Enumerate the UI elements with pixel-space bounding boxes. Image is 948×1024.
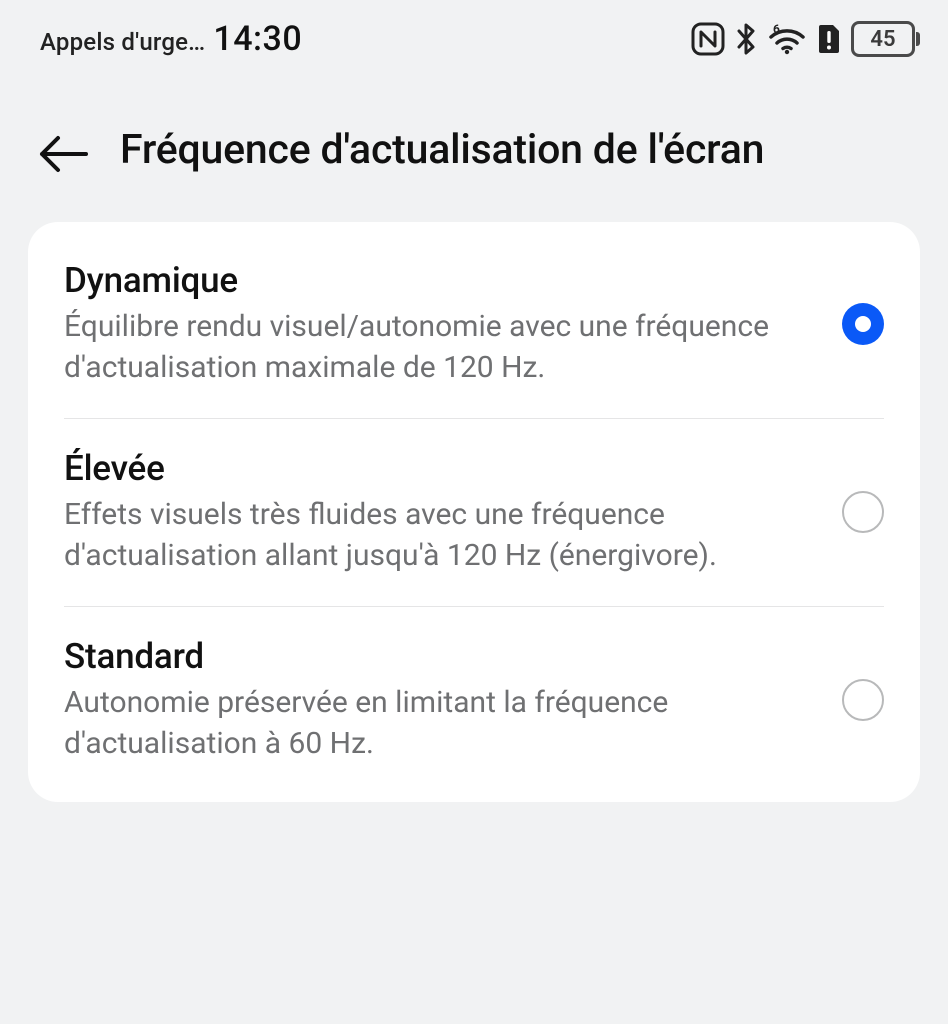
clock: 14:30	[213, 19, 302, 59]
option-title: Élevée	[64, 448, 824, 489]
battery-level: 45	[870, 27, 895, 52]
option-title: Dynamique	[64, 260, 824, 301]
carrier-label: Appels d'urge…	[40, 28, 205, 56]
page-title: Fréquence d'actualisation de l'écran	[120, 124, 764, 176]
radio-unselected-icon	[842, 491, 884, 533]
options-card: Dynamique Équilibre rendu visuel/autonom…	[28, 222, 920, 802]
bluetooth-icon	[735, 22, 757, 56]
arrow-left-icon	[36, 134, 90, 174]
status-left: Appels d'urge… 14:30	[40, 19, 302, 59]
radio-selected-icon	[842, 303, 884, 345]
option-standard[interactable]: Standard Autonomie préservée en limitant…	[28, 606, 920, 794]
page-header: Fréquence d'actualisation de l'écran	[0, 64, 948, 206]
back-button[interactable]	[36, 124, 90, 178]
radio-unselected-icon	[842, 679, 884, 721]
option-high[interactable]: Élevée Effets visuels très fluides avec …	[28, 418, 920, 606]
nfc-icon	[691, 22, 725, 56]
option-desc: Équilibre rendu visuel/autonomie avec un…	[64, 307, 824, 388]
status-bar: Appels d'urge… 14:30 6	[0, 0, 948, 64]
battery-icon: 45	[851, 21, 920, 57]
status-right: 6 45	[691, 21, 920, 57]
wifi-6-icon: 6	[767, 23, 807, 55]
option-desc: Effets visuels très fluides avec une fré…	[64, 495, 824, 576]
option-dynamic[interactable]: Dynamique Équilibre rendu visuel/autonom…	[28, 230, 920, 418]
sim-alert-icon	[817, 23, 841, 55]
option-title: Standard	[64, 636, 824, 677]
option-desc: Autonomie préservée en limitant la fréqu…	[64, 683, 824, 764]
